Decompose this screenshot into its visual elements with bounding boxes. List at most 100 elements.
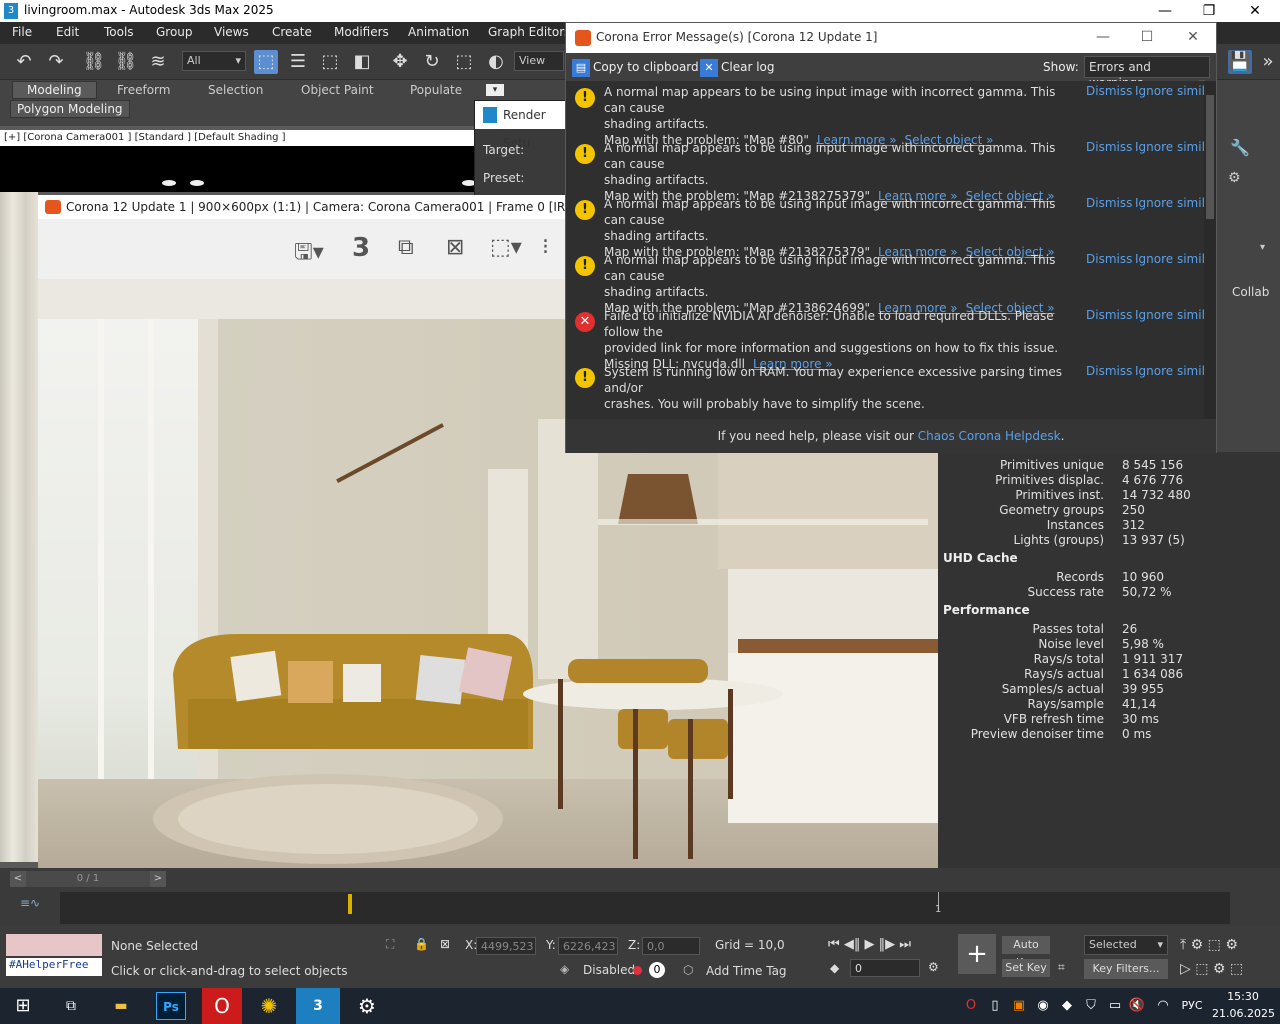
expand-icon[interactable]: » [1256, 50, 1280, 74]
timeline-track[interactable]: 1 [60, 892, 1230, 924]
minimize-button[interactable]: — [1142, 0, 1188, 22]
clear-log-button[interactable]: ✕ Clear log [700, 57, 775, 77]
key-mode-icon[interactable]: ◆ [830, 961, 839, 975]
opera-icon[interactable]: O [202, 988, 242, 1024]
absolute-mode-icon[interactable]: ⊠ [440, 937, 450, 951]
next-frame-arrow-icon[interactable]: > [150, 871, 166, 887]
y-coordinate-field[interactable]: 6226,423 [558, 937, 618, 955]
file-explorer-icon[interactable]: ▬ [106, 992, 136, 1020]
tab-modeling[interactable]: Modeling [12, 81, 97, 99]
ribbon-options-icon[interactable]: ▾ [486, 84, 504, 96]
isolate-icon[interactable]: ⛶ [386, 937, 394, 952]
bind-space-warp-icon[interactable]: ≋ [146, 50, 170, 74]
dismiss-link[interactable]: Dismiss [1086, 84, 1132, 98]
ignore-similar-link[interactable]: Ignore simila [1135, 140, 1204, 154]
close-button[interactable]: ✕ [1232, 0, 1278, 22]
scale-icon[interactable]: ⬚ [452, 50, 476, 74]
helpdesk-link[interactable]: Chaos Corona Helpdesk [918, 429, 1061, 443]
copy-to-clipboard-button[interactable]: ▤ Copy to clipboard [572, 57, 699, 77]
select-object-icon[interactable]: ⬚ [254, 50, 278, 74]
timeline-frame-marker[interactable] [348, 894, 352, 914]
save-image-icon[interactable]: 🖫▾ [294, 235, 324, 273]
max-icon[interactable]: 3 [352, 233, 370, 263]
redo-icon[interactable]: ↷ [44, 50, 68, 74]
ignore-similar-link[interactable]: Ignore simila [1135, 196, 1204, 210]
dismiss-link[interactable]: Dismiss [1086, 364, 1132, 378]
photoshop-icon[interactable]: Ps [156, 992, 186, 1020]
tab-freeform[interactable]: Freeform [117, 83, 170, 97]
show-filter-dropdown[interactable]: Errors and warnings▾ [1084, 56, 1210, 90]
menu-views[interactable]: Views [214, 25, 249, 39]
time-slider[interactable]: 0 / 1 [26, 871, 150, 887]
3dsmax-taskbar-icon[interactable]: 3 [296, 988, 340, 1024]
wifi-icon[interactable]: ◠ [1148, 992, 1178, 1020]
tab-populate[interactable]: Populate [410, 83, 462, 97]
auto-key-button[interactable]: Auto Key [1002, 936, 1050, 969]
dismiss-link[interactable]: Dismiss [1086, 140, 1132, 154]
copy-icon[interactable]: ⧉ [398, 235, 414, 260]
rect-selection-icon[interactable]: ⬚ [318, 50, 342, 74]
ref-coord-dropdown[interactable]: View [514, 51, 564, 71]
pivot-icon[interactable]: ⚙ [1228, 170, 1241, 186]
set-key-button[interactable]: Set Key [1002, 959, 1050, 977]
script-field[interactable]: #AHelperFree [6, 958, 102, 976]
menu-edit[interactable]: Edit [56, 25, 79, 39]
ignore-similar-link[interactable]: Ignore simila [1135, 252, 1204, 266]
menu-group[interactable]: Group [156, 25, 193, 39]
lock-icon[interactable]: 🔒 [414, 937, 429, 951]
polygon-modeling-button[interactable]: Polygon Modeling [10, 100, 130, 118]
key-mode-dropdown[interactable]: Selected ▾ [1084, 935, 1168, 955]
collab-label[interactable]: Collab [1232, 285, 1269, 299]
menu-animation[interactable]: Animation [408, 25, 469, 39]
time-tag-icon[interactable]: ⬡ [683, 963, 693, 977]
settings-gear-icon[interactable]: ⚙ [352, 992, 382, 1020]
window-crossing-icon[interactable]: ◧ [350, 50, 374, 74]
error-minimize-button[interactable]: — [1080, 26, 1126, 48]
rotate-icon[interactable]: ↻ [420, 50, 444, 74]
link-icon[interactable]: ⛓ [82, 50, 106, 74]
maxscript-listener[interactable] [6, 934, 102, 956]
wrench-icon[interactable]: 🔧 [1230, 138, 1250, 157]
fit-icon[interactable]: ⁝ [542, 235, 549, 260]
maximize-button[interactable]: ❐ [1186, 0, 1232, 22]
clear-icon[interactable]: ⊠ [446, 235, 464, 260]
dismiss-link[interactable]: Dismiss [1086, 252, 1132, 266]
key-filter-icon[interactable]: ⌗ [1058, 960, 1065, 975]
menu-create[interactable]: Create [272, 25, 312, 39]
menu-graph-editors[interactable]: Graph Editors [488, 25, 570, 39]
prev-frame-arrow-icon[interactable]: < [10, 871, 26, 887]
select-by-name-icon[interactable]: ☰ [286, 50, 310, 74]
curve-editor-icon[interactable]: ≡∿ [20, 896, 40, 910]
current-frame-field[interactable]: 0 [850, 959, 920, 977]
language-indicator[interactable]: РУС [1176, 992, 1208, 1020]
undo-icon[interactable]: ↶ [12, 50, 36, 74]
ignore-similar-link[interactable]: Ignore simila [1135, 84, 1204, 98]
error-close-button[interactable]: ✕ [1170, 26, 1216, 48]
error-maximize-button[interactable]: ☐ [1124, 26, 1170, 48]
error-list-scrollbar[interactable] [1204, 81, 1216, 419]
key-filters-button[interactable]: Key Filters... [1084, 959, 1168, 979]
dismiss-link[interactable]: Dismiss [1086, 196, 1132, 210]
selection-filter-dropdown[interactable]: All ▾ [182, 51, 246, 71]
menu-file[interactable]: File [12, 25, 32, 39]
menu-tools[interactable]: Tools [104, 25, 134, 39]
task-view-icon[interactable]: ⧉ [56, 992, 86, 1020]
tab-object-paint[interactable]: Object Paint [301, 83, 374, 97]
windows-start-icon[interactable]: ⊞ [8, 992, 38, 1020]
set-key-icon[interactable]: + [958, 934, 996, 974]
record-dot-icon[interactable] [633, 966, 642, 975]
scrollbar-thumb[interactable] [1206, 95, 1214, 219]
zero-counter-icon[interactable]: 0 [649, 962, 665, 978]
clock[interactable]: 15:30 21.06.2025 [1212, 988, 1275, 1022]
z-coordinate-field[interactable]: 0,0 [642, 937, 700, 955]
placement-icon[interactable]: ◐ [484, 50, 508, 74]
move-icon[interactable]: ✥ [388, 50, 412, 74]
adaptive-degradation-icon[interactable]: ◈ [560, 962, 569, 976]
zoom-extents-icon[interactable]: ⤒ ⚙ ⬚ ⚙ [1180, 937, 1238, 953]
ignore-similar-link[interactable]: Ignore simila [1135, 364, 1204, 378]
unlink-icon[interactable]: ⛓ [114, 50, 138, 74]
orbit-icon[interactable]: ▷ ⬚ ⚙ ⬚ [1180, 961, 1243, 977]
panel-dropdown-icon[interactable]: ▾ [1260, 242, 1265, 253]
menu-modifiers[interactable]: Modifiers [334, 25, 389, 39]
add-time-tag-button[interactable]: Add Time Tag [706, 964, 787, 978]
